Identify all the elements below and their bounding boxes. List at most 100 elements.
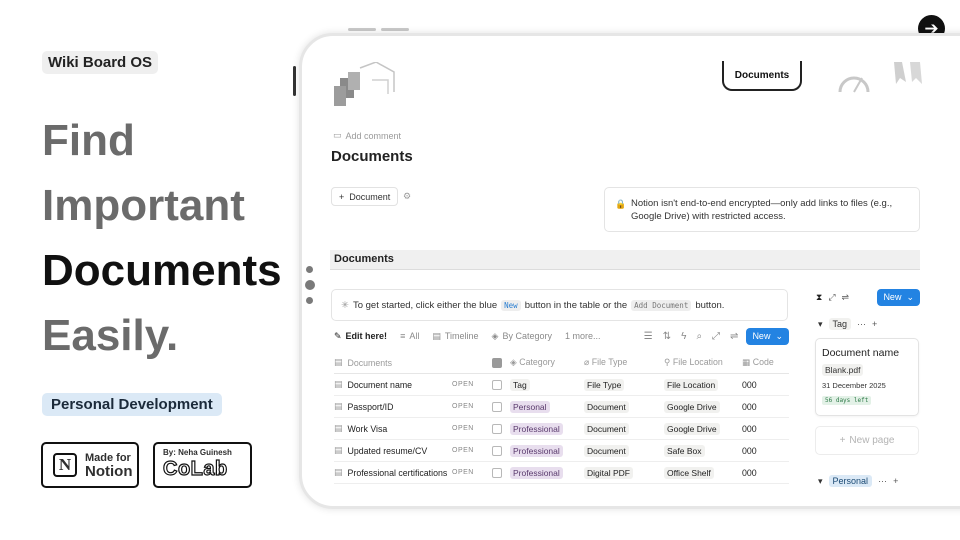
timeline-icon: ▤: [432, 330, 441, 341]
column-header-code[interactable]: ▦ Code: [738, 357, 788, 368]
expand-icon[interactable]: ⤢: [828, 292, 835, 303]
column-label: Code: [752, 357, 774, 367]
filter-icon[interactable]: ☰: [644, 331, 653, 342]
row-checkbox[interactable]: [492, 423, 502, 434]
document-icon: ▤: [334, 423, 343, 433]
board-card[interactable]: Document name Blank.pdf 31 December 2025…: [815, 338, 919, 416]
device-top-button: [348, 28, 376, 31]
new-button[interactable]: New ⌄: [746, 327, 789, 345]
code-cell: 000: [742, 423, 757, 434]
open-button[interactable]: OPEN: [452, 403, 486, 410]
view-tab-by-category[interactable]: ◈ By Category: [492, 331, 552, 342]
encryption-callout: 🔒 Notion isn't end-to-end encrypted—only…: [604, 187, 920, 232]
badge-big-text: Notion: [85, 463, 133, 480]
table-row[interactable]: ▤ Professional certifications OPEN Profes…: [334, 462, 789, 484]
open-button[interactable]: OPEN: [452, 381, 486, 388]
row-checkbox[interactable]: [492, 379, 502, 390]
carousel-dots: [305, 266, 315, 311]
view-tab-label: Timeline: [444, 331, 479, 341]
add-document-button[interactable]: + Document: [331, 187, 399, 206]
more-icon[interactable]: ···: [878, 476, 887, 486]
new-button-label: New: [752, 331, 771, 341]
open-button[interactable]: OPEN: [452, 447, 486, 454]
hourglass-icon[interactable]: ⧗: [816, 292, 822, 303]
documents-table: ▤ Documents ◈ Category ⌀ File Type ⚲ File…: [334, 352, 789, 484]
view-tab-edit[interactable]: ✎ Edit here!: [334, 331, 387, 342]
sort-icon[interactable]: ⇅: [663, 331, 671, 342]
category-pill: Professional: [510, 422, 563, 435]
view-tab-label: 1 more...: [565, 331, 601, 341]
code-cell: 000: [742, 401, 757, 412]
view-tab-label: All: [409, 331, 420, 341]
code-cell: 000: [742, 445, 757, 456]
file-type-pill: Digital PDF: [584, 466, 633, 479]
row-name: Document name: [347, 379, 413, 390]
view-tab-more[interactable]: 1 more...: [565, 331, 601, 341]
column-header-file-location[interactable]: ⚲ File Location: [660, 357, 738, 368]
column-header-file-type[interactable]: ⌀ File Type: [578, 357, 660, 368]
settings-icon[interactable]: ⇌: [842, 292, 850, 303]
documents-tab-label: Documents: [734, 70, 790, 81]
column-label: File Location: [672, 357, 723, 367]
headline-line-2: Important: [42, 181, 245, 230]
author-text: By: Neha Guinesh: [163, 448, 232, 457]
documents-tab[interactable]: Documents: [722, 61, 802, 91]
add-comment-button[interactable]: ▭ Add comment: [333, 130, 401, 141]
row-checkbox[interactable]: [492, 467, 502, 478]
tip-text: button.: [695, 299, 725, 311]
board-new-button[interactable]: New ⌄: [877, 288, 920, 306]
headline-line-3: Documents: [42, 246, 282, 295]
ribbon-icon: [894, 62, 922, 84]
settings-icon[interactable]: ⇌: [730, 331, 738, 342]
plus-icon[interactable]: +: [893, 476, 898, 486]
database-icon: ≡: [400, 331, 406, 341]
open-button[interactable]: OPEN: [452, 425, 486, 432]
made-for-notion-badge: N Made for Notion: [41, 442, 139, 488]
table-row[interactable]: ▤ Passport/ID OPEN Personal Document Goog…: [334, 396, 789, 418]
location-pill: Google Drive: [664, 400, 720, 413]
tip-code-new: New: [501, 299, 521, 311]
column-header-category[interactable]: ◈ Category: [508, 357, 578, 368]
row-checkbox[interactable]: [492, 445, 502, 456]
location-pill: File Location: [664, 378, 719, 391]
stack-icon: ◈: [510, 357, 520, 367]
view-tab-all[interactable]: ≡ All: [400, 331, 419, 341]
search-icon[interactable]: ⌕: [696, 331, 702, 342]
more-icon[interactable]: ···: [857, 319, 866, 329]
callout-text: Notion isn't end-to-end encrypted—only a…: [631, 198, 893, 222]
card-date: 31 December 2025: [822, 381, 886, 390]
triangle-down-icon: ▾: [818, 475, 823, 486]
dot[interactable]: [305, 280, 315, 290]
new-button-label: New: [883, 292, 902, 302]
pin-icon: ⚲: [664, 357, 673, 367]
table-header: ▤ Documents ◈ Category ⌀ File Type ⚲ File…: [334, 352, 789, 374]
getting-started-tip: ✳ To get started, click either the blue …: [331, 289, 788, 321]
brand-label: Wiki Board OS: [42, 51, 159, 74]
dot[interactable]: [306, 266, 313, 273]
add-document-label: Document: [349, 191, 391, 202]
table-row[interactable]: ▤ Work Visa OPEN Professional Document Go…: [334, 418, 789, 440]
tip-text: button in the table or the: [524, 299, 628, 311]
gear-icon[interactable]: ⚙: [403, 191, 411, 202]
lightning-icon[interactable]: ϟ: [681, 331, 686, 342]
table-row[interactable]: ▤ Updated resume/CV OPEN Professional Doc…: [334, 440, 789, 462]
table-row[interactable]: ▤ Document name OPEN Tag File Type File L…: [334, 374, 789, 396]
column-header-documents[interactable]: ▤ Documents: [334, 357, 452, 368]
open-button[interactable]: OPEN: [452, 469, 486, 476]
board-group-personal[interactable]: ▾ Personal ··· +: [818, 475, 898, 487]
new-page-button[interactable]: + New page: [815, 426, 919, 455]
stack-icon: ◈: [491, 330, 499, 341]
section-heading: Documents: [330, 250, 920, 270]
days-left-badge: 56 days left: [822, 396, 872, 405]
plus-icon[interactable]: +: [872, 319, 877, 329]
row-checkbox[interactable]: [492, 401, 502, 412]
sparkle-icon: ✳: [341, 299, 349, 311]
view-tab-timeline[interactable]: ▤ Timeline: [432, 331, 478, 342]
board-toolbar: ⧗ ⤢ ⇌ New ⌄: [816, 288, 920, 306]
dot[interactable]: [306, 297, 313, 304]
board-group-tag[interactable]: ▾ Tag ··· +: [818, 318, 877, 330]
row-name: Work Visa: [347, 423, 388, 434]
tip-text: To get started, click either the blue: [352, 299, 498, 311]
comment-icon: ▭: [333, 130, 342, 140]
expand-icon[interactable]: ⤢: [712, 331, 720, 342]
